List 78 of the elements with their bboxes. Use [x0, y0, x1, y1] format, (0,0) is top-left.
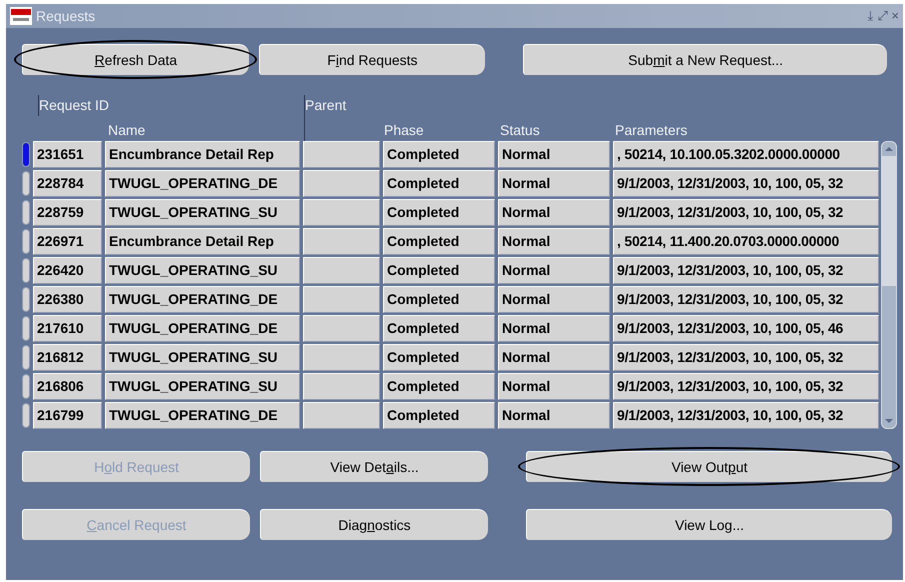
table-cell: 9/1/2003, 12/31/2003, 10, 100, 05, 32 — [613, 402, 879, 429]
table-cell: Normal — [498, 257, 610, 284]
table-cell: Completed — [383, 286, 495, 313]
table-cell: 228759 — [33, 199, 102, 226]
row-selector[interactable] — [22, 258, 30, 283]
column-header: Request ID — [38, 95, 110, 116]
action-button[interactable]: View Details... — [260, 451, 488, 482]
table-cell: Completed — [383, 373, 495, 400]
table-cell: Normal — [498, 373, 610, 400]
app-logo-icon — [10, 7, 32, 25]
table-cell: 231651 — [33, 141, 102, 168]
table-cell: Completed — [383, 228, 495, 255]
table-cell: 9/1/2003, 12/31/2003, 10, 100, 05, 32 — [613, 199, 879, 226]
table-cell: Normal — [498, 286, 610, 313]
table-cell: 9/1/2003, 12/31/2003, 10, 100, 05, 32 — [613, 344, 879, 371]
column-header: Phase — [384, 121, 424, 140]
table-cell: TWUGL_OPERATING_SU — [105, 373, 300, 400]
table-cell: 228784 — [33, 170, 102, 197]
action-button[interactable]: Diagnostics — [260, 509, 488, 540]
scroll-thumb[interactable] — [882, 156, 896, 286]
row-selector[interactable] — [22, 142, 30, 167]
action-button[interactable]: Refresh Data — [22, 44, 249, 75]
table-cell: Completed — [383, 141, 495, 168]
table-cell: 217610 — [33, 315, 102, 342]
table-cell: Normal — [498, 199, 610, 226]
action-button[interactable]: View Output — [526, 451, 892, 482]
row-selector[interactable] — [22, 200, 30, 225]
table-cell: Completed — [383, 170, 495, 197]
table-cell: Normal — [498, 141, 610, 168]
table-cell: Normal — [498, 315, 610, 342]
table-cell: 216812 — [33, 344, 102, 371]
table-cell: TWUGL_OPERATING_SU — [105, 199, 300, 226]
table-cell: Completed — [383, 199, 495, 226]
table-cell: , 50214, 10.100.05.3202.0000.00000 — [613, 141, 879, 168]
row-selector[interactable] — [22, 316, 30, 341]
window-title: Requests — [36, 6, 96, 26]
action-button[interactable]: Find Requests — [258, 44, 486, 75]
table-cell: 216806 — [33, 373, 102, 400]
table-cell: Completed — [383, 402, 495, 429]
row-selector[interactable] — [22, 171, 30, 196]
row-selector[interactable] — [22, 229, 30, 254]
action-button[interactable]: Submit a New Request... — [523, 44, 887, 75]
row-selector[interactable] — [22, 345, 30, 370]
table-cell: TWUGL_OPERATING_DE — [105, 315, 300, 342]
table-cell: Normal — [498, 344, 610, 371]
table-cell: 9/1/2003, 12/31/2003, 10, 100, 05, 32 — [613, 373, 879, 400]
table-cell: 226420 — [33, 257, 102, 284]
table-cell: Completed — [383, 344, 495, 371]
table-cell: Encumbrance Detail Rep — [105, 141, 300, 168]
table-cell: 226380 — [33, 286, 102, 313]
table-cell: 226971 — [33, 228, 102, 255]
column-header: Status — [500, 121, 540, 140]
action-button[interactable]: View Log... — [526, 509, 892, 540]
table-cell: Normal — [498, 402, 610, 429]
table-cell: TWUGL_OPERATING_DE — [105, 170, 300, 197]
table-cell: Normal — [498, 170, 610, 197]
table-cell: 9/1/2003, 12/31/2003, 10, 100, 05, 32 — [613, 286, 879, 313]
table-cell: TWUGL_OPERATING_SU — [105, 257, 300, 284]
window-control[interactable]: × — [891, 6, 899, 26]
table-cell: TWUGL_OPERATING_DE — [105, 402, 300, 429]
table-cell: 9/1/2003, 12/31/2003, 10, 100, 05, 46 — [613, 315, 879, 342]
row-selector[interactable] — [22, 403, 30, 428]
table-cell: Normal — [498, 228, 610, 255]
table-cell: TWUGL_OPERATING_SU — [105, 344, 300, 371]
table-cell: TWUGL_OPERATING_DE — [105, 286, 300, 313]
table-cell: 9/1/2003, 12/31/2003, 10, 100, 05, 32 — [613, 170, 879, 197]
table-cell: Completed — [383, 315, 495, 342]
column-header: Parameters — [615, 121, 688, 140]
table-cell: 9/1/2003, 12/31/2003, 10, 100, 05, 32 — [613, 257, 879, 284]
row-selector[interactable] — [22, 374, 30, 399]
row-selector[interactable] — [22, 287, 30, 312]
table-cell: Encumbrance Detail Rep — [105, 228, 300, 255]
scrollbar[interactable] — [881, 141, 897, 429]
window-control[interactable]: ⤢ — [877, 6, 888, 26]
table-cell: 216799 — [33, 402, 102, 429]
column-header: Name — [108, 121, 146, 140]
table-cell: , 50214, 11.400.20.0703.0000.00000 — [613, 228, 879, 255]
table-cell: Completed — [383, 257, 495, 284]
